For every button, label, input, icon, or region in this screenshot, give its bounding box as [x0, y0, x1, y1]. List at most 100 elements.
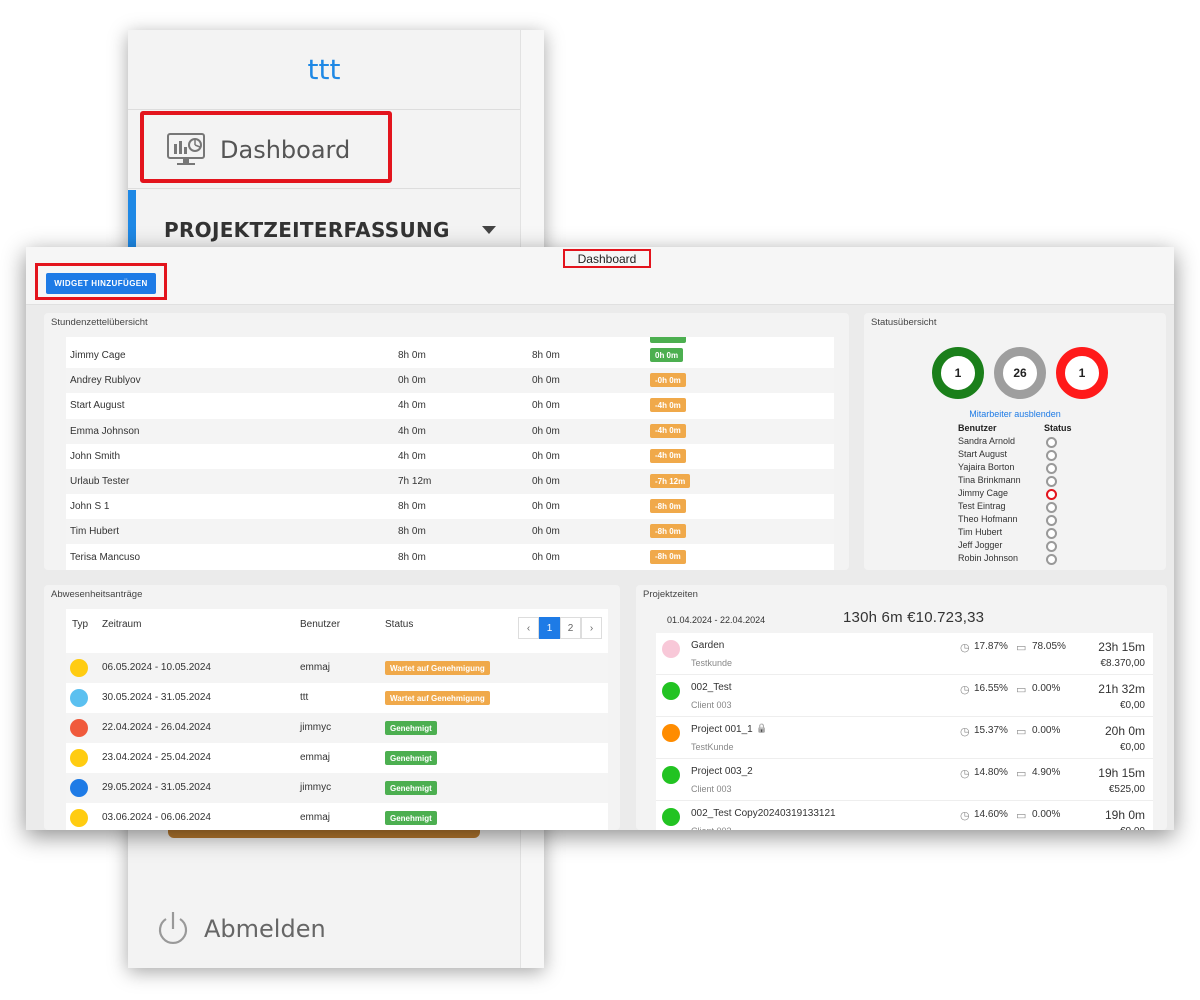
status-circle-icon — [1046, 437, 1057, 448]
absence-table[interactable]: Typ Zeitraum Benutzer Status ‹ 1 2 › 06.… — [66, 609, 608, 830]
money-icon: ▭ — [1016, 810, 1027, 822]
add-widget-button[interactable]: WIDGET HINZUFÜGEN — [46, 273, 156, 294]
status-circle-icon — [1046, 502, 1057, 513]
money-icon: ▭ — [1016, 768, 1027, 780]
status-circle-icon — [1046, 463, 1057, 474]
absence-user: emmaj — [300, 662, 331, 673]
absence-user: jimmyc — [300, 722, 332, 733]
hours-difference-badge: -4h 0m — [650, 448, 686, 463]
project-amount: €0,00 — [1119, 700, 1145, 711]
project-color-dot-icon — [662, 682, 680, 700]
project-client: Client 003 — [691, 784, 732, 794]
status-count-ring[interactable]: 1 — [932, 347, 984, 399]
table-row[interactable]: 03.06.2024 - 06.06.2024 emmaj Genehmigt — [66, 803, 608, 830]
money-icon: ▭ — [1016, 684, 1027, 696]
period-range: 01.04.2024 - 22.04.2024 — [667, 615, 766, 625]
project-times-widget: Projektzeiten 01.04.2024 - 22.04.2024 13… — [636, 585, 1167, 830]
project-name: 002_Test — [691, 682, 732, 693]
project-row[interactable]: Garden Testkunde ◷ 17.87% ▭ 78.05% 23h 15m €8.3… — [656, 633, 1153, 675]
table-row[interactable]: 30.05.2024 - 31.05.2024 ttt Wartet auf Gen… — [66, 683, 608, 713]
status-circle-icon — [1046, 476, 1057, 487]
table-row[interactable]: Start August 4h 0m 0h 0m -4h 0m — [66, 393, 834, 418]
project-name: 002_Test Copy20240319133121 — [691, 808, 836, 819]
table-row[interactable]: Tim Hubert 8h 0m 0h 0m -8h 0m — [66, 519, 834, 545]
actual-hours: 0h 0m — [532, 476, 560, 487]
money-percentage: 78.05% — [1032, 641, 1066, 652]
table-row[interactable]: John S 1 8h 0m 0h 0m -8h 0m — [66, 494, 834, 519]
status-user-name: Robin Johnson — [958, 553, 1019, 563]
actual-hours: 0h 0m — [532, 375, 560, 387]
table-row[interactable]: Jimmy Cage 8h 0m 8h 0m 0h 0m — [66, 343, 834, 368]
actual-hours: 0h 0m — [532, 425, 560, 437]
project-row[interactable]: Project 003_2 Client 003 ◷ 14.80% ▭ 4.90% 19h … — [656, 759, 1153, 801]
project-row[interactable]: 002_Test Copy20240319133121 Client 003 ◷ 14… — [656, 801, 1153, 830]
status-count-ring[interactable]: 1 — [1056, 347, 1108, 399]
widget-title: Stundenzettelübersicht — [51, 317, 148, 328]
project-row[interactable]: 002_Test Client 003 ◷ 16.55% ▭ 0.00% 21h 32m €0… — [656, 675, 1153, 717]
sidebar-brand[interactable]: ttt — [128, 30, 520, 110]
time-percentage: 14.80% — [974, 767, 1008, 778]
table-row[interactable]: Urlaub Tester 7h 12m 0h 0m -7h 12m — [66, 469, 834, 494]
table-row[interactable]: 06.05.2024 - 10.05.2024 emmaj Wartet auf G… — [66, 653, 608, 683]
logout-button[interactable]: Abmelden — [156, 910, 326, 948]
target-hours: 8h 0m — [398, 350, 426, 361]
absence-period: 29.05.2024 - 31.05.2024 — [102, 782, 211, 793]
target-hours: 4h 0m — [398, 400, 426, 412]
status-circle-icon — [1046, 528, 1057, 539]
user-name: Andrey Rublyov — [70, 375, 141, 387]
hours-difference-badge: -7h 12m — [650, 474, 691, 488]
actual-hours: 0h 0m — [532, 501, 560, 513]
column-header-status: Status — [1044, 423, 1072, 433]
user-name: Urlaub Tester — [70, 476, 130, 487]
table-row[interactable]: Terisa Mancuso 8h 0m 0h 0m -8h 0m — [66, 545, 834, 570]
project-hours: 23h 15m — [1098, 640, 1145, 654]
absence-status-badge: Wartet auf Genehmigung — [385, 691, 490, 705]
project-amount: €0,00 — [1119, 742, 1145, 753]
target-hours: 7h 12m — [398, 476, 432, 487]
pagination: ‹ 1 2 › — [518, 617, 602, 639]
user-name: Jimmy Cage — [70, 350, 126, 361]
user-name: Emma Johnson — [70, 425, 140, 437]
table-row[interactable]: 29.05.2024 - 31.05.2024 jimmyc Genehmigt — [66, 773, 608, 803]
absence-type-dot-icon — [70, 749, 88, 767]
dashboard-window: Dashboard WIDGET HINZUFÜGEN Stundenzette… — [26, 247, 1174, 830]
target-hours: 0h 0m — [398, 375, 426, 387]
absence-type-dot-icon — [70, 779, 88, 797]
status-count-ring[interactable]: 26 — [994, 347, 1046, 399]
timesheet-table[interactable]: Jimmy Cage 8h 0m 8h 0m 0h 0m Andrey Rublyov 0… — [66, 337, 834, 570]
project-color-dot-icon — [662, 808, 680, 826]
status-overview-widget: Statusübersicht Mitarbeiter ausblenden B… — [864, 313, 1166, 570]
project-row[interactable]: Project 001_1 TestKunde ◷ 15.37% ▭ 0.00% 20h 0… — [656, 717, 1153, 759]
hide-employees-link[interactable]: Mitarbeiter ausblenden — [864, 409, 1166, 419]
absence-status-badge: Genehmigt — [385, 751, 437, 765]
user-name: John S 1 — [70, 501, 110, 513]
table-row[interactable]: 22.04.2024 - 26.04.2024 jimmyc Genehmigt — [66, 713, 608, 743]
screenshot-stage: ttt Dashboard PROJEKTZEITERFASSUNG Abmel… — [0, 0, 1200, 1000]
actual-hours: 0h 0m — [532, 450, 560, 462]
table-row[interactable]: 23.04.2024 - 25.04.2024 emmaj Genehmigt — [66, 743, 608, 773]
absence-period: 03.06.2024 - 06.06.2024 — [102, 812, 211, 823]
pagination-prev[interactable]: ‹ — [518, 617, 539, 639]
absence-type-dot-icon — [70, 809, 88, 827]
widget-title: Statusübersicht — [871, 317, 937, 328]
time-percentage: 14.60% — [974, 809, 1008, 820]
money-percentage: 0.00% — [1032, 809, 1061, 820]
pagination-page-1[interactable]: 1 — [539, 617, 560, 639]
table-row[interactable]: Andrey Rublyov 0h 0m 0h 0m -0h 0m — [66, 368, 834, 394]
absence-user: ttt — [300, 692, 309, 703]
money-icon: ▭ — [1016, 642, 1027, 654]
table-row[interactable]: Emma Johnson 4h 0m 0h 0m -4h 0m — [66, 418, 834, 444]
target-hours: 8h 0m — [398, 526, 426, 538]
pagination-page-2[interactable]: 2 — [560, 617, 581, 639]
status-user-name: Tim Hubert — [958, 527, 1003, 537]
project-client: TestKunde — [691, 742, 734, 752]
period-total: 130h 6m €10.723,33 — [843, 609, 985, 626]
table-row[interactable]: John Smith 4h 0m 0h 0m -4h 0m — [66, 444, 834, 469]
pagination-next[interactable]: › — [581, 617, 602, 639]
status-user-name: Jeff Jogger — [958, 540, 1003, 550]
project-client: Testkunde — [691, 658, 733, 668]
hours-difference-badge: -4h 0m — [650, 398, 686, 413]
project-client: Client 003 — [691, 826, 732, 830]
logout-label: Abmelden — [204, 915, 326, 943]
project-list[interactable]: Garden Testkunde ◷ 17.87% ▭ 78.05% 23h 15m €8.3… — [656, 633, 1153, 830]
